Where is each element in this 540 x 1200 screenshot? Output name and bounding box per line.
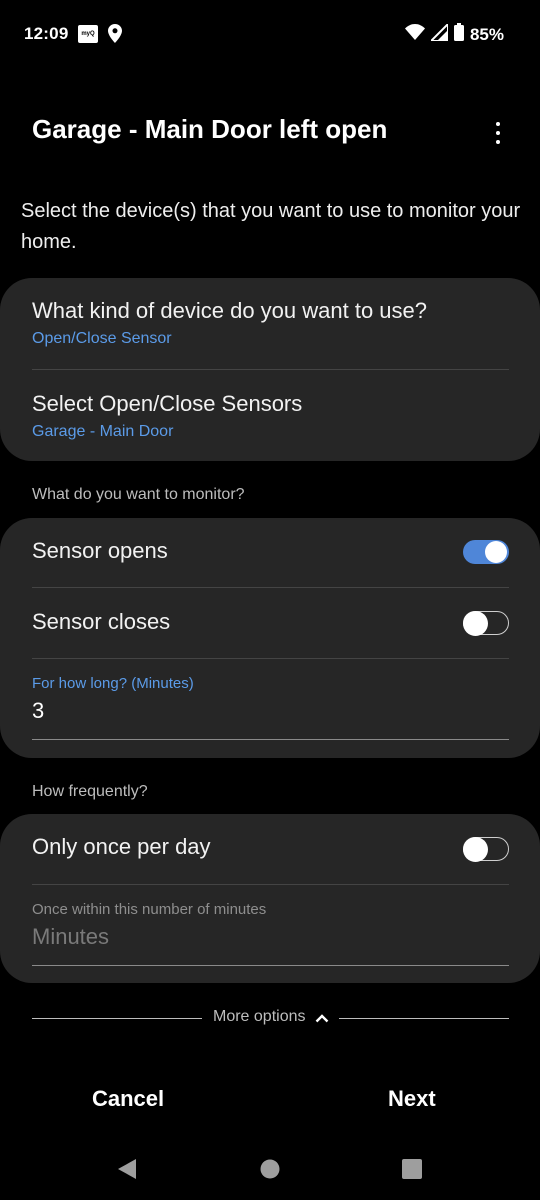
duration-label: For how long? (Minutes) — [32, 675, 194, 692]
device-kind-row[interactable]: What kind of device do you want to use? … — [32, 298, 509, 348]
more-options-label: More options — [213, 1008, 306, 1025]
minutes-underline — [32, 965, 509, 966]
more-options-toggle[interactable]: More options — [32, 1004, 509, 1034]
myq-app-icon: myQ — [78, 25, 98, 43]
divider — [32, 369, 509, 370]
minutes-field[interactable]: Once within this number of minutes Minut… — [32, 901, 509, 950]
sensor-opens-toggle[interactable] — [463, 540, 509, 564]
sensor-closes-row[interactable]: Sensor closes — [32, 609, 509, 635]
frequency-heading: How frequently? — [32, 783, 148, 800]
once-per-day-row[interactable]: Only once per day — [32, 834, 509, 860]
device-kind-label: What kind of device do you want to use? — [32, 298, 428, 323]
battery-icon — [453, 23, 464, 46]
duration-field[interactable]: For how long? (Minutes) 3 — [32, 675, 509, 724]
home-icon[interactable] — [260, 1159, 280, 1184]
sensor-closes-toggle[interactable] — [463, 611, 509, 636]
sensor-closes-label: Sensor closes — [32, 609, 171, 634]
status-bar: 12:09 myQ 85% — [0, 0, 540, 70]
once-per-day-toggle[interactable] — [463, 837, 509, 862]
select-sensors-value: Garage - Main Door — [32, 423, 174, 440]
select-sensors-row[interactable]: Select Open/Close Sensors Garage - Main … — [32, 391, 509, 441]
location-icon — [108, 24, 122, 48]
sensor-opens-label: Sensor opens — [32, 538, 168, 563]
system-nav-bar — [0, 1152, 540, 1186]
sensor-opens-row[interactable]: Sensor opens — [32, 538, 509, 564]
once-per-day-label: Only once per day — [32, 834, 211, 859]
divider — [32, 587, 509, 588]
duration-underline — [32, 739, 509, 740]
intro-text: Select the device(s) that you want to us… — [21, 200, 521, 253]
back-icon[interactable] — [117, 1158, 137, 1185]
recents-icon[interactable] — [402, 1159, 422, 1184]
wifi-icon — [404, 24, 425, 45]
signal-icon — [428, 21, 449, 46]
minutes-label: Once within this number of minutes — [32, 901, 267, 918]
divider — [32, 884, 509, 885]
select-sensors-label: Select Open/Close Sensors — [32, 391, 303, 416]
more-options-menu-icon[interactable] — [490, 118, 506, 148]
divider — [32, 658, 509, 659]
monitor-heading: What do you want to monitor? — [32, 486, 245, 503]
device-kind-value: Open/Close Sensor — [32, 330, 172, 347]
next-button[interactable]: Next — [388, 1086, 436, 1112]
duration-input-value[interactable]: 3 — [32, 698, 509, 724]
page-title: Garage - Main Door left open — [32, 114, 388, 144]
battery-level: 85% — [469, 24, 504, 44]
status-time: 12:09 — [24, 24, 69, 43]
cancel-button[interactable]: Cancel — [92, 1086, 164, 1112]
minutes-input-placeholder[interactable]: Minutes — [32, 924, 509, 950]
chevron-up-icon — [315, 1010, 329, 1028]
divider — [339, 1018, 509, 1019]
divider — [32, 1018, 202, 1019]
